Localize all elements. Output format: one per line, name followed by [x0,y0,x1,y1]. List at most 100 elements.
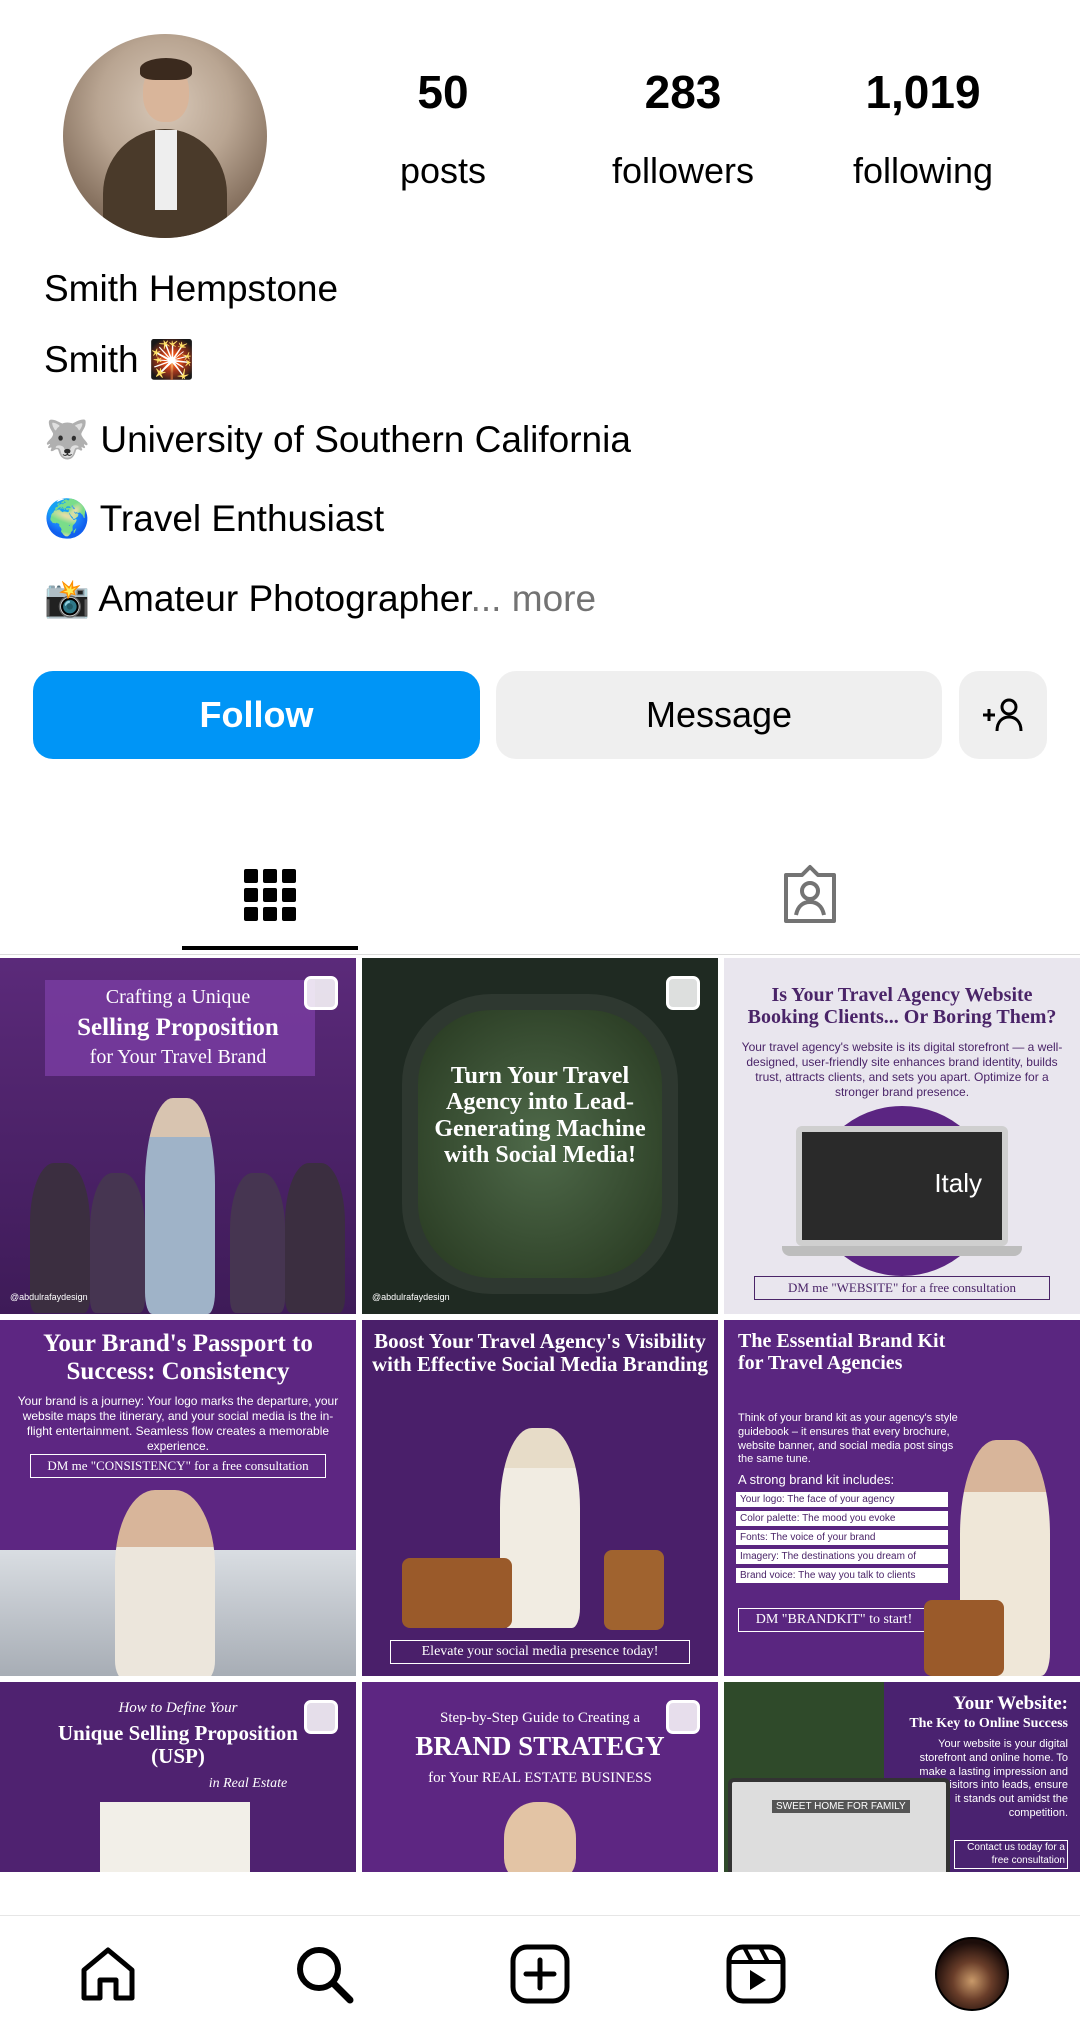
carousel-icon [666,976,700,1010]
avatar-shirt [155,130,177,210]
post-tile[interactable]: Is Your Travel Agency Website Booking Cl… [724,958,1080,1314]
post-body: Think of your brand kit as your agency's… [738,1412,958,1466]
stat-followers-value: 283 [644,66,722,118]
nav-create[interactable] [502,1936,578,2012]
bio-line-1: Smith 🎇 [44,339,195,380]
post-subtitle: in Real Estate [208,1776,288,1791]
stat-posts[interactable]: 50 posts [343,62,543,198]
post-title: Your Brand's Passport to Success: Consis… [43,1330,313,1385]
stat-posts-value: 50 [417,66,469,118]
tagged-person-icon [784,865,836,923]
post-cta: DM "BRANDKIT" to start! [738,1608,930,1632]
post-subtitle: for Your Travel Brand [89,1046,267,1068]
list-item: Brand voice: The way you talk to clients [736,1568,948,1583]
bio-line-3: 🌍 Travel Enthusiast [44,494,384,544]
laptop-base [782,1246,1022,1256]
tab-tagged[interactable] [540,840,1080,950]
post-cta: Elevate your social media presence today… [390,1640,690,1664]
post-title: Your Website: [953,1693,1068,1714]
post-tile[interactable]: Your Brand's Passport to Success: Consis… [0,1320,356,1676]
post-title: Unique Selling Proposition (USP) [57,1721,298,1769]
post-tile[interactable]: Step-by-Step Guide to Creating a BRAND S… [362,1682,718,1872]
message-button[interactable]: Message [496,671,942,759]
camera-icon: 📸 [44,578,91,619]
model-person [504,1802,576,1872]
active-tab-indicator [182,946,358,950]
bio-line-4: 📸 Amateur Photographer... more [44,574,596,624]
post-tile[interactable]: Boost Your Travel Agency's Visibility wi… [362,1320,718,1676]
home-icon [81,1947,135,2001]
post-title: The Essential Brand Kit for Travel Agenc… [738,1330,946,1374]
nav-home[interactable] [70,1936,146,2012]
bio-line-2: 🐺 University of Southern California [44,415,631,465]
post-title: Selling Proposition [77,1014,279,1041]
post-subtitle: The Key to Online Success [909,1716,1068,1731]
model-person [145,1098,215,1314]
post-subtitle: Crafting a Unique [105,986,251,1008]
bio-more-link[interactable]: ... more [471,578,596,619]
crowd-person [30,1163,90,1313]
post-title: Is Your Travel Agency Website Booking Cl… [747,984,1057,1028]
model-person [500,1428,580,1628]
post-body: Your travel agency's website is its digi… [741,1040,1063,1099]
bio-text: Travel Enthusiast [99,498,385,539]
nav-reels[interactable] [718,1936,794,2012]
carousel-icon [304,1700,338,1734]
post-subtitle: Step-by-Step Guide to Creating a [440,1710,640,1726]
post-handle: @abdulrafaydesign [10,1292,88,1302]
create-post-icon [510,1944,570,2004]
post-cta: DM me "WEBSITE" for a free consultation [754,1276,1050,1300]
post-title: Turn Your Travel Agency into Lead-Genera… [434,1063,646,1169]
post-tile[interactable]: Turn Your Travel Agency into Lead-Genera… [362,958,718,1314]
add-person-icon [983,698,1023,732]
post-tile[interactable]: Crafting a Unique Selling Proposition fo… [0,958,356,1314]
post-cta: DM me "CONSISTENCY" for a free consultat… [30,1454,326,1478]
post-handle: @abdulrafaydesign [372,1292,450,1302]
model-person [115,1490,215,1676]
wolf-icon: 🐺 [44,419,91,460]
post-cta: Contact us today for a free consultation [954,1840,1068,1869]
brand-kit-list-title: A strong brand kit includes: [738,1472,895,1487]
list-item: Color palette: The mood you evoke [736,1511,948,1526]
crowd-person [285,1163,345,1313]
crowd-person [90,1173,145,1313]
stat-followers[interactable]: 283 followers [583,62,783,198]
website-headline: SWEET HOME FOR FAMILY [772,1800,910,1813]
carousel-icon [304,976,338,1010]
search-icon [297,1947,354,2004]
stat-posts-label: posts [399,150,487,191]
nav-search[interactable] [286,1936,362,2012]
profile-avatar[interactable] [63,34,267,238]
suitcase [604,1550,664,1630]
nav-profile[interactable] [934,1936,1010,2012]
stat-following-value: 1,019 [865,66,981,118]
tab-posts-grid[interactable] [0,840,540,950]
stat-following[interactable]: 1,019 following [823,62,1023,198]
post-tile[interactable]: How to Define Your Unique Selling Propos… [0,1682,356,1872]
crowd-person [230,1173,285,1313]
laptop-screen: Italy [796,1126,1008,1246]
profile-avatar-small [935,1937,1009,2011]
post-tile[interactable]: The Essential Brand Kit for Travel Agenc… [724,1320,1080,1676]
post-subtitle: for Your REAL ESTATE BUSINESS [428,1770,652,1786]
post-subtitle: How to Define Your [118,1700,238,1716]
globe-icon: 🌍 [44,498,91,539]
list-item: Your logo: The face of your agency [736,1492,948,1507]
post-title: BRAND STRATEGY [415,1731,665,1761]
follow-button[interactable]: Follow [33,671,480,759]
grid-icon [244,869,296,921]
post-tile[interactable]: Your Website: The Key to Online Success … [724,1682,1080,1872]
list-item: Fonts: The voice of your brand [736,1530,948,1545]
profile-name: Smith Hempstone [44,268,339,309]
stat-followers-label: followers [611,150,755,191]
carousel-icon [666,1700,700,1734]
tab-divider [0,954,1080,955]
reels-icon [726,1944,786,2004]
list-item: Imagery: The destinations you dream of [736,1549,948,1564]
suggest-users-button[interactable] [959,671,1047,759]
bottom-navigation [0,1915,1080,2032]
suitcase [924,1600,1004,1676]
bio-text: University of Southern California [100,419,631,460]
bio-text: Amateur Photographer [98,578,471,619]
stat-following-label: following [852,150,994,191]
